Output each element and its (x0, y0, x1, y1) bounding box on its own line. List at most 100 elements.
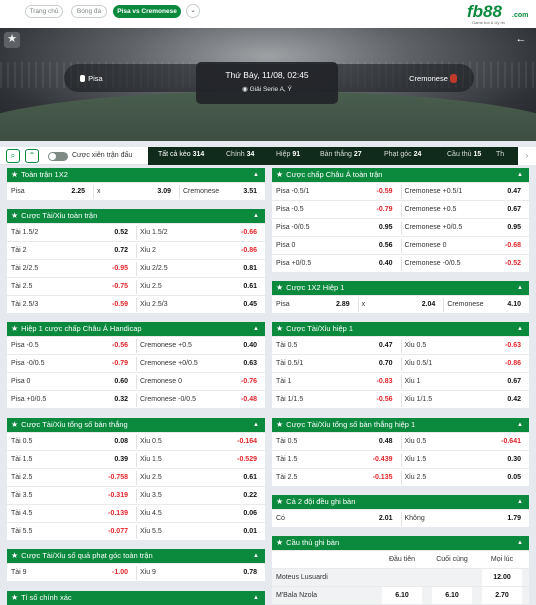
odds-value[interactable]: 0.81 (140, 260, 257, 278)
odds-value[interactable]: -0.139 (11, 505, 128, 523)
odds-value[interactable]: 0.60 (11, 373, 128, 391)
star-icon[interactable]: ★ (11, 551, 18, 560)
back-arrow-icon[interactable]: ← (514, 32, 528, 46)
odds-value[interactable]: -0.439 (276, 451, 393, 469)
star-icon[interactable]: ★ (11, 211, 18, 220)
odds-value[interactable]: 0.01 (140, 523, 257, 540)
odds-value[interactable]: 0.45 (140, 296, 257, 313)
chevron-up-icon[interactable]: ▲ (517, 418, 523, 432)
filter-tab[interactable]: Bàn thắng 27 (320, 151, 362, 158)
odds-value[interactable]: 0.56 (276, 237, 393, 255)
odds-value[interactable]: 0.47 (405, 183, 521, 201)
odds-value[interactable]: -0.52 (405, 255, 521, 272)
odds-value[interactable]: -0.79 (276, 201, 393, 219)
odds-value[interactable]: 0.67 (405, 373, 521, 391)
odds-value[interactable]: 0.42 (405, 391, 521, 408)
filter-tab[interactable]: Cầu thủ 15 (447, 151, 481, 158)
odds-value[interactable]: 0.72 (11, 242, 128, 260)
chevron-right-icon[interactable]: › (518, 147, 536, 165)
chevron-up-icon[interactable]: ▲ (517, 536, 523, 550)
odds-value[interactable]: 4.10 (447, 296, 521, 313)
odds-value[interactable]: 0.47 (276, 337, 393, 355)
filter-tab[interactable]: Tất cả kèo 314 (158, 151, 204, 158)
chevron-up-icon[interactable]: ▲ (517, 168, 523, 182)
chevron-up-icon[interactable]: ▲ (517, 281, 523, 295)
odds-value[interactable]: 0.52 (11, 224, 128, 242)
chevron-up-icon[interactable]: ▲ (517, 495, 523, 509)
odds-value[interactable]: 0.61 (140, 469, 257, 487)
odds-value[interactable]: -0.83 (276, 373, 393, 391)
chevron-up-icon[interactable]: ▲ (253, 591, 259, 605)
odds-value[interactable]: 2.25 (11, 183, 85, 200)
odds-value[interactable]: 0.61 (140, 278, 257, 296)
market-header[interactable]: ★ Cầu thủ ghi bàn ▲ (272, 536, 529, 550)
breadcrumb-dropdown-chevron-icon[interactable]: ⌄ (186, 4, 200, 18)
market-header[interactable]: ★ Cược Tài/Xỉu tổng số bàn thắng ▲ (7, 418, 265, 432)
chevron-up-icon[interactable]: ▲ (253, 209, 259, 223)
odds-value[interactable]: 0.40 (276, 255, 393, 272)
odds-value[interactable]: 0.70 (276, 355, 393, 373)
star-icon[interactable]: ★ (276, 497, 283, 506)
market-header[interactable]: ★ Cược Tài/Xỉu tổng số bàn thắng hiệp 1 ▲ (272, 418, 529, 432)
odds-value[interactable]: -0.68 (405, 237, 521, 255)
odds-value[interactable] (432, 569, 472, 587)
odds-value[interactable]: -0.529 (140, 451, 257, 469)
market-header[interactable]: ★ Cược Tài/Xỉu toàn trận ▲ (7, 209, 265, 223)
odds-value[interactable]: 6.10 (382, 587, 422, 604)
odds-value[interactable]: 0.95 (276, 219, 393, 237)
odds-value[interactable]: 0.06 (140, 505, 257, 523)
odds-value[interactable]: 0.78 (140, 564, 257, 581)
market-header[interactable]: ★ Cược 1X2 Hiệp 1 ▲ (272, 281, 529, 295)
market-header[interactable]: ★ Hiệp 1 cược chấp Châu Á Handicap ▲ (7, 322, 265, 336)
odds-value[interactable]: 0.95 (405, 219, 521, 237)
chevron-up-icon[interactable]: ▲ (253, 168, 259, 182)
odds-value[interactable]: -0.48 (140, 391, 257, 408)
odds-value[interactable]: 0.22 (140, 487, 257, 505)
filter-tab[interactable]: Th (496, 151, 504, 158)
odds-value[interactable]: -0.75 (11, 278, 128, 296)
breadcrumb-football[interactable]: Bóng đá (71, 5, 107, 18)
market-header[interactable]: ★ Cược chấp Châu Á toàn trận ▲ (272, 168, 529, 182)
star-icon[interactable]: ★ (11, 420, 18, 429)
odds-value[interactable]: 0.40 (140, 337, 257, 355)
odds-value[interactable]: 0.67 (405, 201, 521, 219)
filter-tab[interactable]: Phạt góc 24 (384, 151, 421, 158)
odds-value[interactable]: 0.39 (11, 451, 128, 469)
filter-tab[interactable]: Chính 34 (226, 151, 254, 158)
odds-value[interactable]: 0.48 (276, 433, 393, 451)
odds-value[interactable]: -0.56 (276, 391, 393, 408)
odds-value[interactable]: 0.32 (11, 391, 128, 408)
odds-value[interactable]: -1.00 (11, 564, 128, 581)
odds-value[interactable]: -0.63 (405, 337, 521, 355)
odds-value[interactable]: 1.79 (405, 510, 521, 527)
chevron-up-icon[interactable]: ▲ (253, 322, 259, 336)
star-icon[interactable]: ★ (276, 170, 283, 179)
odds-value[interactable]: -0.758 (11, 469, 128, 487)
odds-value[interactable]: -0.319 (11, 487, 128, 505)
star-icon[interactable]: ★ (276, 324, 283, 333)
odds-value[interactable]: 0.63 (140, 355, 257, 373)
odds-value[interactable]: -0.56 (11, 337, 128, 355)
odds-value[interactable]: -0.79 (11, 355, 128, 373)
odds-value[interactable]: -0.66 (140, 224, 257, 242)
market-header[interactable]: ★ Cược Tài/Xỉu số quả phạt góc toàn trận ▲ (7, 549, 265, 563)
odds-value[interactable]: -0.59 (276, 183, 393, 201)
odds-value[interactable]: 0.05 (405, 469, 521, 486)
odds-value[interactable]: -0.86 (140, 242, 257, 260)
chevron-up-icon[interactable]: ▲ (253, 418, 259, 432)
odds-value[interactable]: 3.09 (97, 183, 171, 200)
odds-value[interactable]: -0.077 (11, 523, 128, 540)
market-header[interactable]: ★ Tỉ số chính xác ▲ (7, 591, 265, 605)
search-icon[interactable]: ⌕ (6, 149, 20, 163)
odds-value[interactable] (382, 569, 422, 587)
chevron-up-icon[interactable]: ▲ (253, 549, 259, 563)
odds-value[interactable]: -0.76 (140, 373, 257, 391)
market-header[interactable]: ★ Cả 2 đội đều ghi bàn ▲ (272, 495, 529, 509)
star-icon[interactable]: ★ (11, 324, 18, 333)
star-icon[interactable]: ★ (276, 538, 283, 547)
favorite-star-icon[interactable]: ★ (4, 32, 20, 48)
odds-value[interactable]: 12.00 (482, 569, 522, 587)
odds-value[interactable]: 6.10 (432, 587, 472, 604)
breadcrumb-current-match[interactable]: Pisa vs Cremonese (113, 5, 181, 18)
star-icon[interactable]: ★ (11, 170, 18, 179)
